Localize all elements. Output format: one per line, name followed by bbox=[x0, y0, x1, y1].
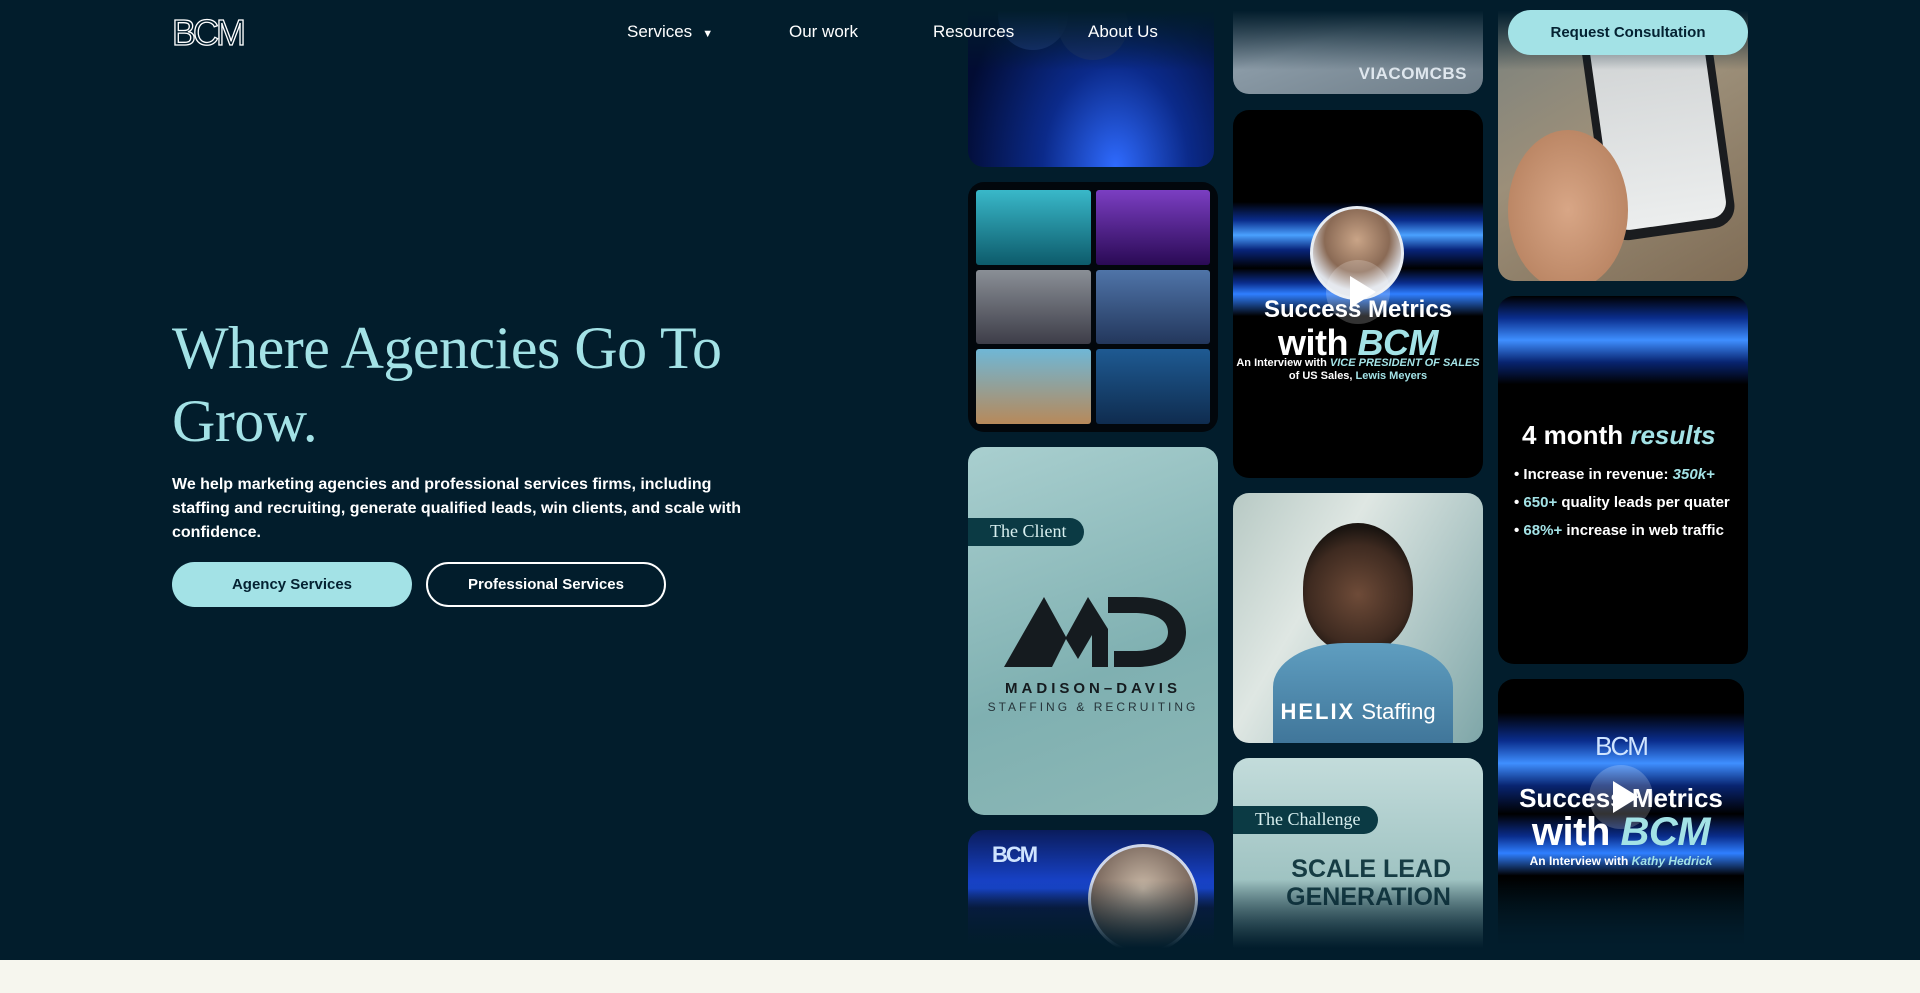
video-tile bbox=[1095, 349, 1210, 424]
subtitle-part: Kathy Hedrick bbox=[1631, 854, 1713, 868]
small-bcm-logo: BCM bbox=[992, 842, 1038, 867]
caret-down-icon: ▼ bbox=[702, 28, 714, 40]
hand-image bbox=[1508, 130, 1628, 281]
video-card-blue-bottom[interactable]: BCM bbox=[968, 830, 1214, 960]
results-item-value: 650+ bbox=[1523, 494, 1558, 511]
bcm-logo[interactable]: BCM bbox=[172, 16, 274, 48]
video-bcm-logo: BCM bbox=[1595, 731, 1649, 761]
results-item-suffix: quality leads per quater bbox=[1557, 494, 1730, 511]
avatar bbox=[1088, 844, 1198, 954]
helix-staffing-card[interactable]: HELIX Staffing bbox=[1233, 493, 1483, 743]
hero-subtext: We help marketing agencies and professio… bbox=[172, 476, 742, 541]
video-title-with: with bbox=[1531, 810, 1621, 854]
results-card[interactable]: 4 month results • Increase in revenue: 3… bbox=[1498, 296, 1748, 664]
nav-our-work[interactable]: Our work bbox=[789, 20, 858, 44]
client-company-name: MADISON–DAVIS bbox=[1005, 680, 1181, 697]
results-title-b: results bbox=[1630, 420, 1716, 450]
request-consultation-button[interactable]: Request Consultation bbox=[1508, 10, 1748, 55]
logo-text: BCM bbox=[172, 16, 244, 48]
nav-resources[interactable]: Resources bbox=[933, 20, 1014, 44]
client-company-subtitle: STAFFING & RECRUITING bbox=[987, 700, 1199, 714]
challenge-line2: GENERATION bbox=[1286, 883, 1451, 911]
nav-about-us-label: About Us bbox=[1088, 22, 1158, 41]
person-photo bbox=[1303, 523, 1413, 653]
subtitle-part: An Interview with bbox=[1236, 357, 1330, 369]
results-title-a: 4 month bbox=[1522, 420, 1631, 450]
video-tile bbox=[1095, 190, 1210, 265]
nav-our-work-label: Our work bbox=[789, 22, 858, 41]
helix-brand-bold: HELIX bbox=[1280, 699, 1356, 724]
results-item-prefix: • bbox=[1514, 522, 1524, 539]
video-call-card[interactable] bbox=[968, 182, 1218, 432]
nav-services-label: Services bbox=[627, 22, 693, 41]
nav-about-us[interactable]: About Us bbox=[1088, 20, 1158, 44]
video-call-grid bbox=[976, 190, 1210, 424]
nav-services[interactable]: Services ▼ bbox=[627, 20, 713, 46]
case-study-gallery: The Client MADISON–DAVIS STAFFING & RECR… bbox=[960, 0, 1760, 960]
next-section-strip bbox=[0, 960, 1920, 993]
hero-section: BCM Services ▼ Our work Resources About U… bbox=[0, 0, 1920, 960]
video-title-line1: Success Metrics bbox=[1263, 296, 1453, 323]
viacomcbs-label: VIACOMCBS bbox=[1358, 64, 1467, 83]
results-item: • Increase in revenue: 350k+ bbox=[1514, 466, 1730, 483]
client-tag: The Client bbox=[968, 518, 1085, 546]
video-tile bbox=[976, 269, 1091, 345]
results-item-value: 350k+ bbox=[1672, 466, 1715, 483]
results-item-value: 68%+ bbox=[1523, 522, 1563, 539]
site-header: BCM Services ▼ Our work Resources About U… bbox=[0, 0, 1920, 66]
challenge-line1: SCALE LEAD bbox=[1291, 855, 1451, 883]
subtitle-part: An Interview with bbox=[1529, 854, 1632, 868]
hero-headline: Where Agencies Go To Grow. bbox=[172, 315, 722, 454]
madison-davis-logo-icon bbox=[1004, 597, 1186, 667]
success-metrics-video-card-1[interactable]: Success Metrics with BCM An Interview wi… bbox=[1233, 110, 1483, 478]
subtitle-part: of US Sales, bbox=[1288, 370, 1356, 382]
success-metrics-video-card-2[interactable]: BCM Success Metrics with BCM An Intervie… bbox=[1498, 679, 1744, 960]
professional-services-button[interactable]: Professional Services bbox=[426, 562, 666, 607]
video-subtitle: An Interview with Kathy Hedrick bbox=[1498, 854, 1744, 868]
video-subtitle-line2: of US Sales, Lewis Meyers bbox=[1233, 370, 1483, 382]
helix-brand-light: Staffing bbox=[1355, 699, 1436, 724]
subtitle-part: VICE PRESIDENT OF SALES bbox=[1329, 357, 1480, 369]
results-item-prefix: • bbox=[1514, 494, 1524, 511]
results-item-prefix: • Increase in revenue: bbox=[1514, 466, 1673, 483]
video-tile bbox=[1095, 269, 1210, 345]
subtitle-part: Lewis Meyers bbox=[1355, 370, 1428, 382]
results-item-suffix: increase in web traffic bbox=[1562, 522, 1724, 539]
helix-brand: HELIX Staffing bbox=[1233, 699, 1483, 725]
person-shirt bbox=[1273, 643, 1453, 743]
challenge-card[interactable]: The Challenge SCALE LEAD GENERATION bbox=[1233, 758, 1483, 960]
results-title: 4 month results bbox=[1522, 420, 1716, 451]
nav-resources-label: Resources bbox=[933, 22, 1015, 41]
video-tile bbox=[976, 190, 1091, 265]
video-tile bbox=[976, 349, 1091, 424]
agency-services-button[interactable]: Agency Services bbox=[172, 562, 412, 607]
client-card-madison-davis[interactable]: The Client MADISON–DAVIS STAFFING & RECR… bbox=[968, 447, 1218, 815]
challenge-tag: The Challenge bbox=[1233, 806, 1379, 834]
results-item: • 68%+ increase in web traffic bbox=[1514, 522, 1730, 539]
results-item: • 650+ quality leads per quater bbox=[1514, 494, 1730, 511]
video-title-line2: with BCM bbox=[1498, 810, 1744, 855]
video-subtitle-line1: An Interview with VICE PRESIDENT OF SALE… bbox=[1233, 357, 1483, 369]
video-title-bcm: BCM bbox=[1620, 810, 1711, 854]
results-list: • Increase in revenue: 350k+ • 650+ qual… bbox=[1514, 466, 1730, 550]
